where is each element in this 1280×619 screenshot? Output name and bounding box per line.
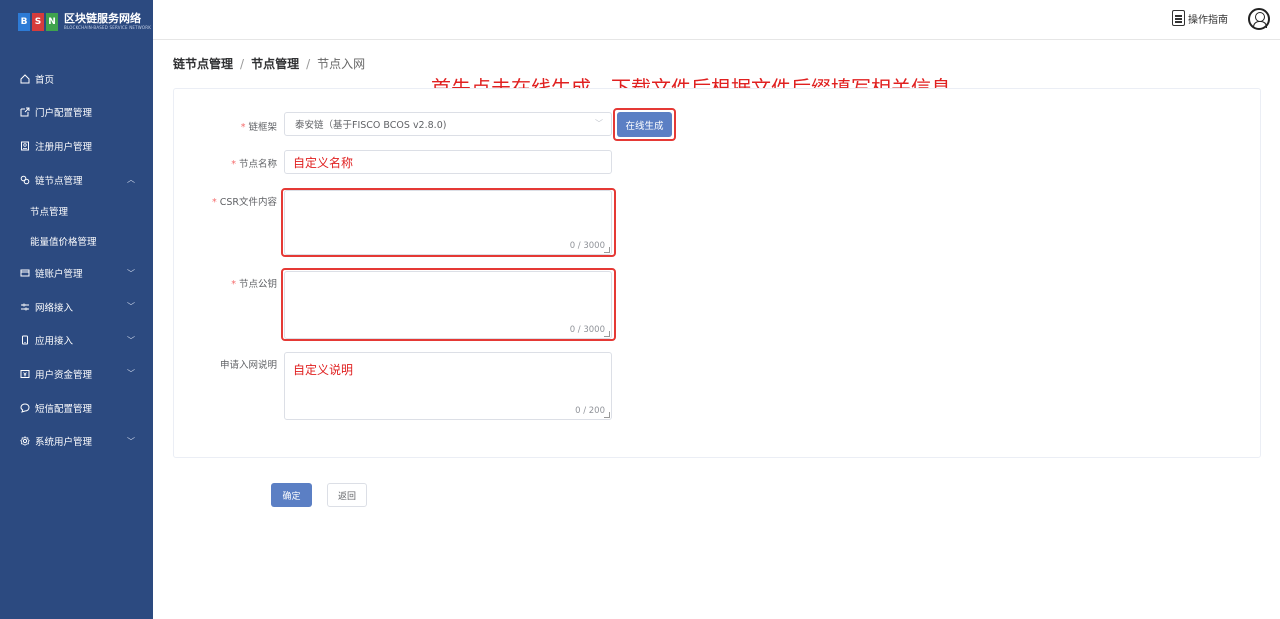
sidebar-item-label: 链账户管理 [35,269,83,281]
breadcrumb-chain-node[interactable]: 链节点管理 [173,55,233,72]
description-char-counter: 0 / 200 [575,406,605,416]
online-generate-button[interactable]: 在线生成 [617,112,672,137]
logo-title: 区块链服务网络 [64,12,141,25]
external-link-icon [20,107,30,117]
required-asterisk: * [231,159,236,170]
required-asterisk: * [231,279,236,290]
sidebar-item-user-funds[interactable]: 用户资金管理 ﹀ [0,357,153,391]
description-textarea[interactable]: 自定义说明 0 / 200 [284,352,612,420]
public-key-char-counter: 0 / 3000 [569,325,605,335]
sidebar-menu: 首页 门户配置管理 注册用户管理 链节点管理 ︿ 节点管理 能量值价格管理 链账… [0,62,153,458]
chevron-down-icon: ﹀ [127,436,135,446]
sidebar-item-label: 应用接入 [35,336,74,348]
sidebar-item-label: 链节点管理 [35,175,83,187]
home-icon [20,74,30,84]
wallet-icon [20,268,30,278]
sidebar-item-chain-account[interactable]: 链账户管理 ﹀ [0,256,153,290]
chevron-down-icon: ﹀ [127,268,135,278]
breadcrumb-separator: / [240,56,245,71]
sidebar-item-label: 系统用户管理 [35,437,93,449]
document-icon [1172,10,1185,26]
sidebar-item-system-users[interactable]: 系统用户管理 ﹀ [0,424,153,458]
sidebar-item-app-access[interactable]: 应用接入 ﹀ [0,324,153,358]
framework-selected-value: 泰安链（基于FISCO BCOS v2.8.0) [295,120,447,131]
sliders-icon [20,302,30,312]
sidebar-item-label: 网络接入 [35,302,74,314]
sidebar-subitem-label: 节点管理 [30,207,69,219]
sidebar-item-sms-config[interactable]: 短信配置管理 [0,391,153,425]
sidebar-item-registered-users[interactable]: 注册用户管理 [0,129,153,163]
breadcrumb-separator: / [306,56,311,71]
phone-icon [20,335,30,345]
sidebar-item-label: 用户资金管理 [35,369,93,381]
sidebar-item-label: 短信配置管理 [35,403,93,415]
chat-icon [20,403,30,413]
resize-handle[interactable] [604,412,610,418]
chevron-down-icon: ﹀ [127,369,135,379]
logo-letter-s: S [32,13,44,31]
logo-letter-b: B [18,13,30,31]
public-key-label: * 节点公钥 [231,279,277,290]
breadcrumb: 链节点管理 / 节点管理 / 节点入网 [173,55,365,72]
sidebar-item-network-access[interactable]: 网络接入 ﹀ [0,290,153,324]
logo-letter-n: N [46,13,58,31]
chevron-up-icon: ︿ [127,175,135,185]
logo[interactable]: B S N 区块链服务网络 BLOCKCHAIN-BASED SERVICE N… [18,10,151,34]
sidebar-subitem-node-management[interactable]: 节点管理 [0,196,153,226]
top-header: 操作指南 [153,0,1280,40]
chevron-down-icon: ﹀ [127,302,135,312]
csr-textarea[interactable]: 0 / 3000 [284,190,612,255]
logo-subtitle: BLOCKCHAIN-BASED SERVICE NETWORK [64,25,152,30]
sidebar-item-home[interactable]: 首页 [0,62,153,96]
back-button[interactable]: 返回 [327,483,367,507]
money-icon [20,369,30,379]
csr-char-counter: 0 / 3000 [569,241,605,251]
sidebar-subitem-energy-price[interactable]: 能量值价格管理 [0,226,153,256]
framework-label: * 链框架 [240,122,277,133]
required-asterisk: * [211,197,217,208]
required-asterisk: * [240,122,246,133]
resize-handle[interactable] [604,331,610,337]
sidebar: B S N 区块链服务网络 BLOCKCHAIN-BASED SERVICE N… [0,0,153,619]
sidebar-item-chain-node[interactable]: 链节点管理 ︿ [0,163,153,197]
user-avatar-icon[interactable] [1248,8,1270,30]
sidebar-item-label: 注册用户管理 [35,141,93,153]
node-icon [20,175,30,185]
node-name-input[interactable]: 自定义名称 [284,150,612,174]
chevron-down-icon: ﹀ [595,119,603,128]
gear-icon [20,436,30,446]
operation-guide-label: 操作指南 [1188,14,1228,26]
chevron-down-icon: ﹀ [127,335,135,345]
sidebar-subitem-label: 能量值价格管理 [30,237,97,249]
sidebar-item-label: 首页 [35,74,55,86]
framework-select[interactable]: 泰安链（基于FISCO BCOS v2.8.0) ﹀ [284,112,612,136]
breadcrumb-node-management[interactable]: 节点管理 [251,55,299,72]
node-name-label: * 节点名称 [231,159,277,170]
operation-guide-link[interactable]: 操作指南 [1172,10,1228,26]
sidebar-item-label: 门户配置管理 [35,108,93,120]
resize-handle[interactable] [604,247,610,253]
sidebar-item-portal-config[interactable]: 门户配置管理 [0,96,153,130]
csr-label: * CSR文件内容 [211,197,277,208]
user-card-icon [20,141,30,151]
breadcrumb-current: 节点入网 [317,57,366,71]
confirm-button[interactable]: 确定 [271,483,312,507]
public-key-textarea[interactable]: 0 / 3000 [284,271,612,339]
description-label: 申请入网说明 [219,360,277,371]
bsn-logo-icon: B S N [18,13,58,31]
